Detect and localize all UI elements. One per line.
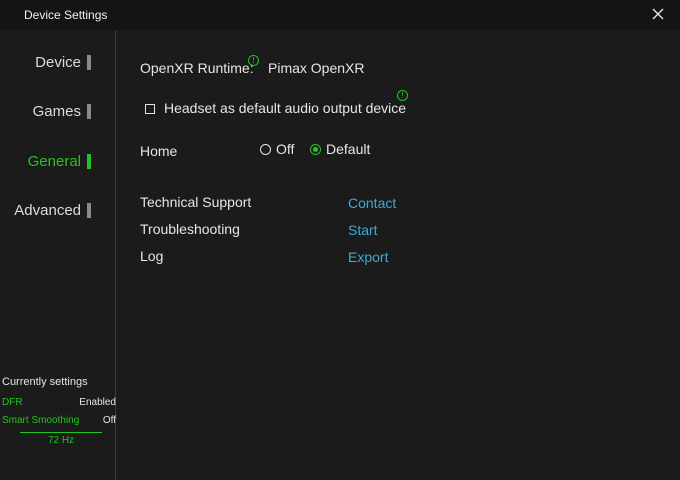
close-icon[interactable]: [650, 6, 666, 22]
troubleshooting-label: Troubleshooting: [140, 221, 240, 237]
general-settings-panel: OpenXR Runtime: ! Pimax OpenXR Headset a…: [117, 30, 680, 480]
dfr-row: DFR Enabled: [2, 397, 116, 408]
sidebar-item-label: General: [27, 152, 81, 170]
nav-indicator: [87, 202, 91, 218]
start-link[interactable]: Start: [348, 222, 378, 238]
sidebar: Device Games General Advanced: [0, 30, 116, 480]
home-default-radio[interactable]: [310, 144, 321, 155]
window-title: Device Settings: [24, 8, 108, 22]
smoothing-label: Smart Smoothing: [2, 415, 80, 426]
export-link[interactable]: Export: [348, 249, 388, 265]
sidebar-item-games[interactable]: Games: [33, 101, 91, 121]
divider: [20, 432, 102, 433]
nav-indicator: [87, 153, 91, 169]
runtime-label: OpenXR Runtime:: [140, 60, 254, 76]
sidebar-item-label: Advanced: [14, 201, 81, 219]
audio-output-checkbox[interactable]: [145, 104, 155, 114]
runtime-value: Pimax OpenXR: [268, 60, 365, 76]
nav-indicator: [87, 103, 91, 119]
info-icon[interactable]: !: [397, 90, 408, 101]
refresh-rate: 72 Hz: [47, 435, 75, 446]
sidebar-item-advanced[interactable]: Advanced: [14, 200, 91, 220]
smoothing-row: Smart Smoothing Off: [2, 415, 116, 426]
contact-link[interactable]: Contact: [348, 195, 396, 211]
home-label: Home: [140, 143, 178, 159]
info-icon[interactable]: !: [248, 55, 259, 66]
nav-indicator: [87, 54, 91, 70]
sidebar-item-label: Device: [35, 53, 81, 71]
dfr-value: Enabled: [79, 397, 116, 408]
current-settings-heading: Currently settings: [2, 376, 88, 388]
home-default-label: Default: [326, 141, 371, 157]
audio-output-label: Headset as default audio output device: [164, 100, 407, 116]
sidebar-item-label: Games: [32, 102, 81, 120]
home-off-label: Off: [276, 141, 295, 157]
sidebar-item-general[interactable]: General: [28, 151, 91, 171]
log-label: Log: [140, 248, 164, 264]
home-off-radio[interactable]: [260, 144, 271, 155]
dfr-label: DFR: [2, 397, 23, 408]
sidebar-item-device[interactable]: Device: [35, 52, 91, 72]
technical-support-label: Technical Support: [140, 194, 252, 210]
title-bar: Device Settings: [0, 0, 680, 30]
current-settings-panel: Currently settings DFR Enabled Smart Smo…: [2, 376, 116, 446]
smoothing-value: Off: [102, 415, 116, 426]
